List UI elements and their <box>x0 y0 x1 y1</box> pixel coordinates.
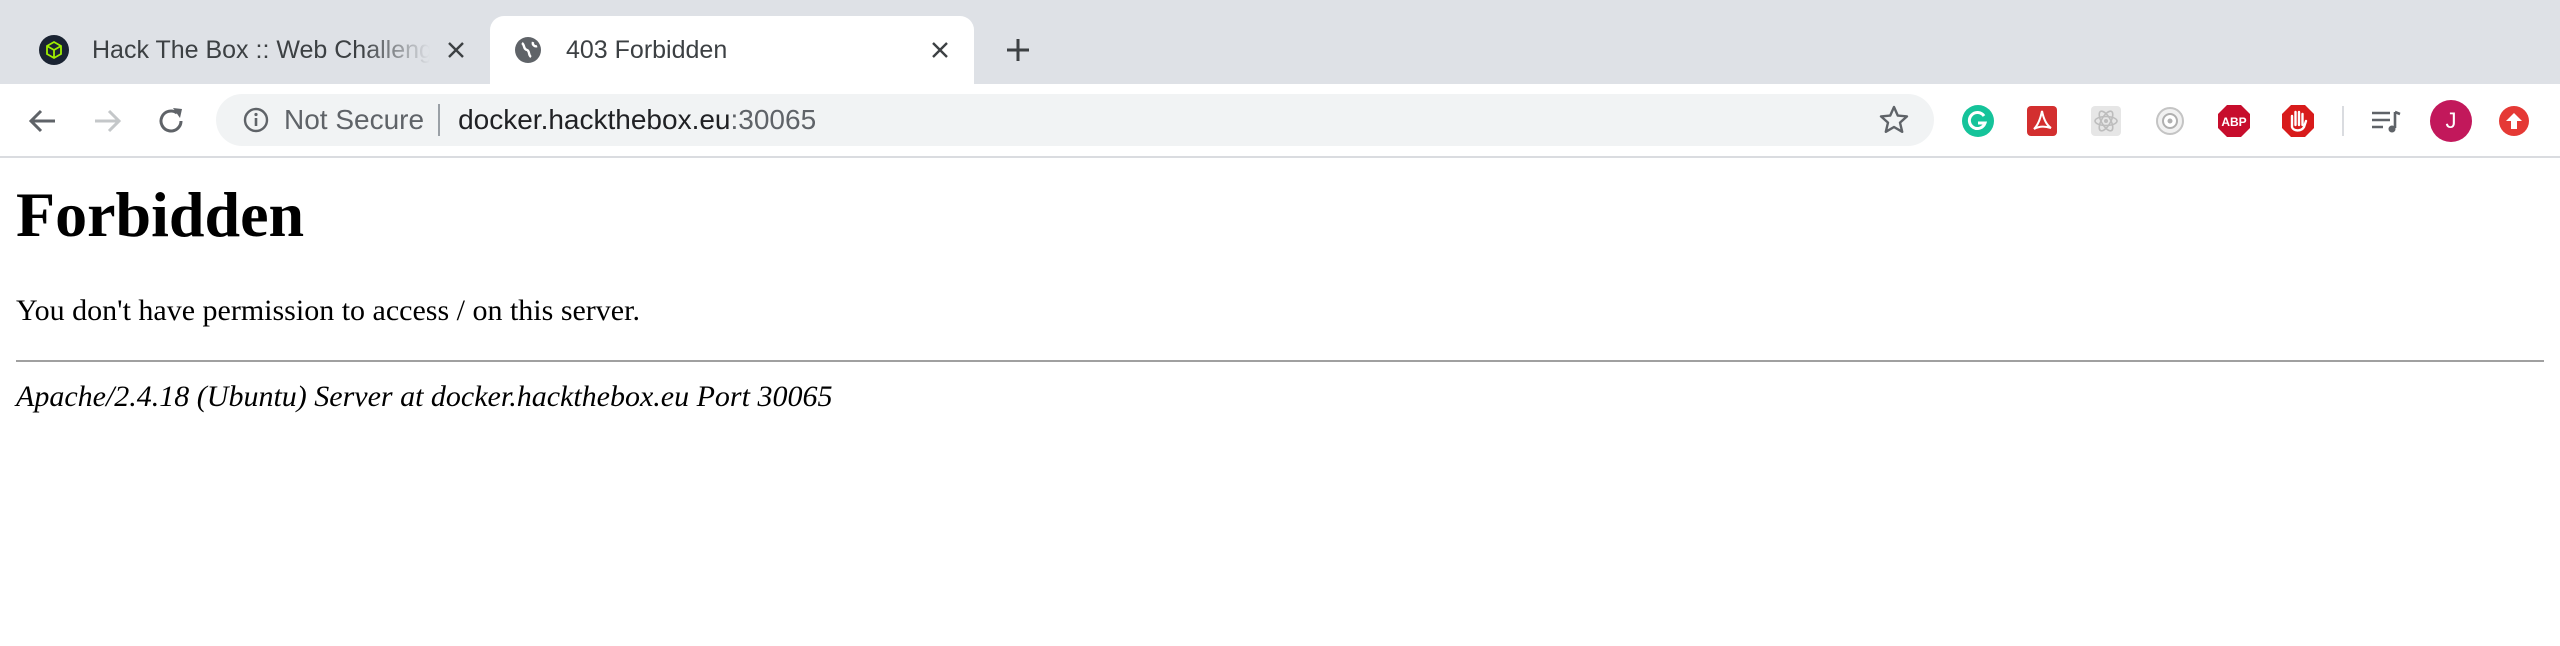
media-controls-icon[interactable] <box>2368 103 2404 139</box>
acrobat-icon[interactable] <box>2024 103 2060 139</box>
tab-title: Hack The Box :: Web Challenges <box>92 35 430 64</box>
new-tab-button[interactable] <box>996 28 1040 72</box>
url-port: :30065 <box>730 104 817 135</box>
close-icon[interactable] <box>922 32 958 68</box>
reload-button[interactable] <box>150 100 192 142</box>
adblock-plus-icon[interactable]: ABP <box>2216 103 2252 139</box>
info-icon[interactable] <box>240 104 272 136</box>
browser-toolbar: Not Secure docker.hackthebox.eu:30065 AB… <box>0 84 2560 158</box>
url-host: docker.hackthebox.eu <box>458 104 731 135</box>
server-signature: Apache/2.4.18 (Ubuntu) Server at docker.… <box>16 380 833 414</box>
arrow-right-icon <box>95 109 122 133</box>
back-button[interactable] <box>22 100 64 142</box>
tab-403-forbidden[interactable]: 403 Forbidden <box>490 16 974 84</box>
arrow-left-icon <box>28 109 55 133</box>
svg-text:ABP: ABP <box>2221 115 2246 129</box>
tab-title: 403 Forbidden <box>566 35 728 64</box>
error-message: You don't have permission to access / on… <box>16 294 640 328</box>
divider <box>16 360 2544 363</box>
address-bar[interactable]: Not Secure docker.hackthebox.eu:30065 <box>216 94 1934 146</box>
grammarly-icon[interactable] <box>1960 103 1996 139</box>
hackthebox-cube-icon <box>38 34 70 66</box>
bookmark-star-icon[interactable] <box>1876 102 1912 138</box>
toolbar-divider <box>2342 106 2344 136</box>
plus-icon <box>1007 39 1029 61</box>
avatar-initial: J <box>2445 108 2457 133</box>
forward-button[interactable] <box>86 100 128 142</box>
webcam-icon[interactable] <box>2152 103 2188 139</box>
reload-icon <box>159 108 183 133</box>
react-devtools-icon[interactable] <box>2088 103 2124 139</box>
page-heading: Forbidden <box>16 179 305 250</box>
profile-avatar[interactable]: J <box>2430 100 2472 142</box>
close-icon[interactable] <box>438 32 474 68</box>
tab-hackthebox[interactable]: Hack The Box :: Web Challenges <box>16 16 490 84</box>
tab-strip: Hack The Box :: Web Challenges 403 Forbi… <box>0 0 2560 84</box>
stop-hand-icon[interactable] <box>2280 103 2316 139</box>
globe-icon <box>512 34 544 66</box>
security-status-label[interactable]: Not Secure <box>284 104 424 136</box>
upload-update-icon[interactable] <box>2496 103 2532 139</box>
omnibox-divider <box>438 104 441 136</box>
url-text[interactable]: docker.hackthebox.eu:30065 <box>458 104 816 136</box>
page-content: Forbidden You don't have permission to a… <box>16 160 2544 414</box>
